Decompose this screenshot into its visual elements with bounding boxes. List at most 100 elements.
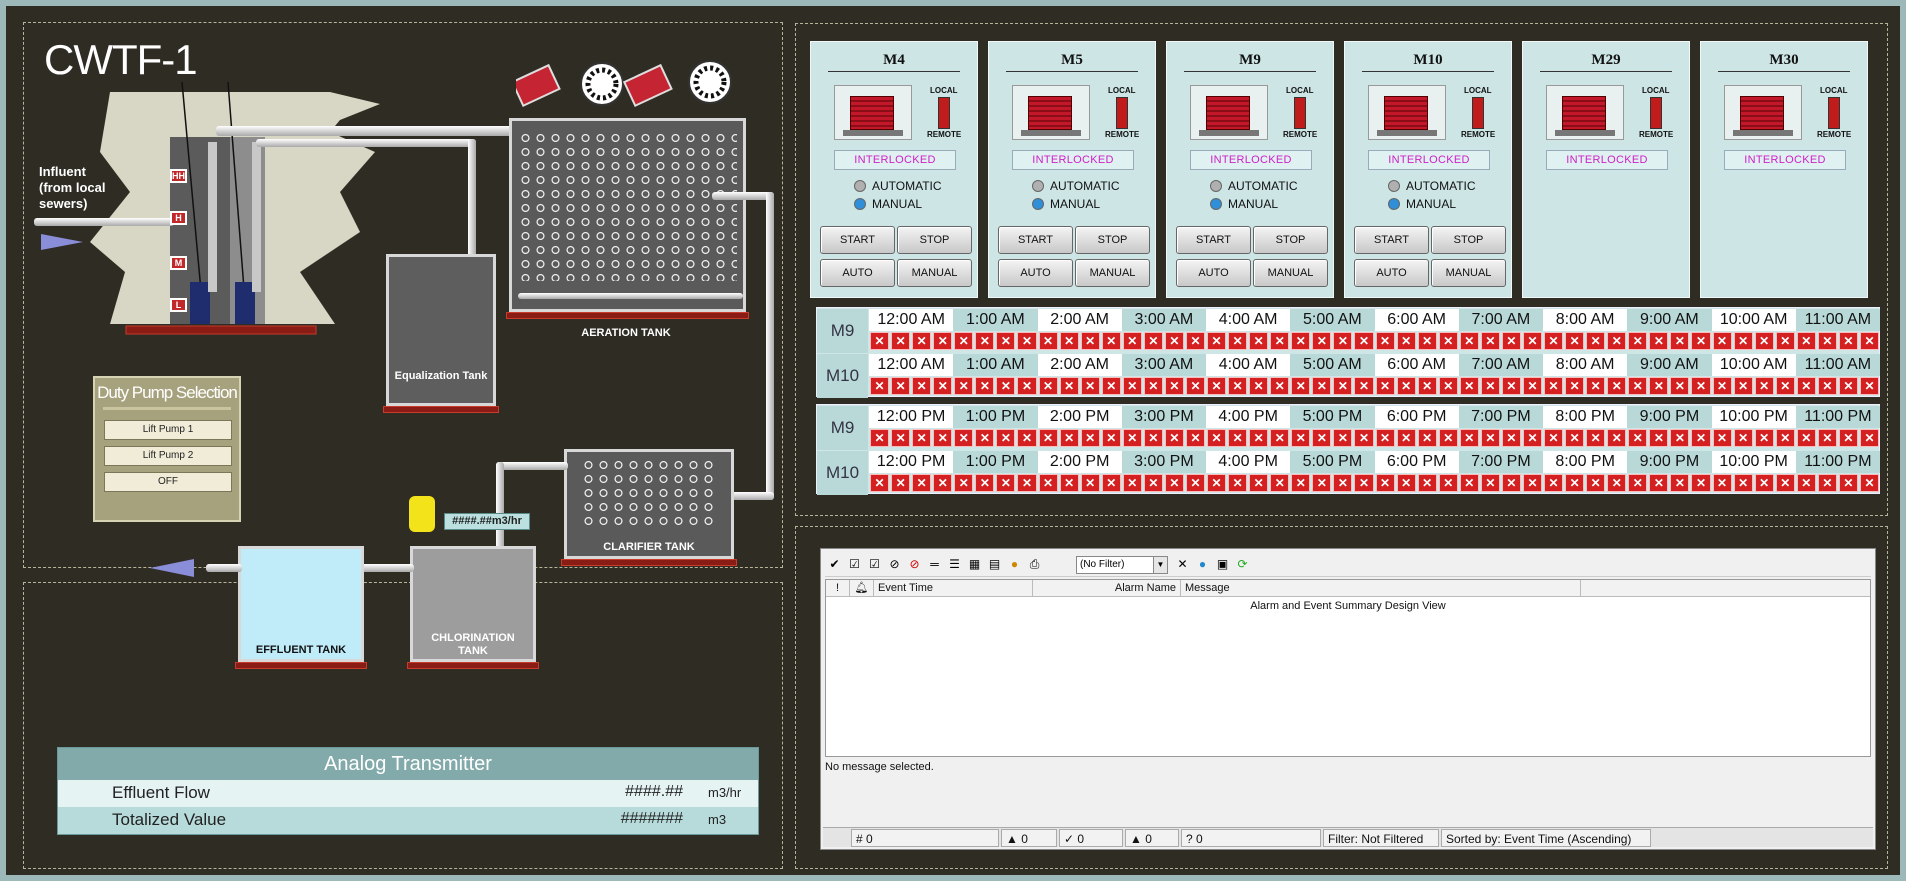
- schedule-slot-button[interactable]: ✕: [1164, 429, 1184, 447]
- schedule-slot-button[interactable]: ✕: [1228, 429, 1248, 447]
- schedule-slot-button[interactable]: ✕: [1164, 474, 1184, 492]
- schedule-slot-button[interactable]: ✕: [1038, 332, 1058, 350]
- auto-button[interactable]: AUTO: [998, 259, 1073, 287]
- stop-button[interactable]: STOP: [1431, 226, 1506, 254]
- schedule-slot-button[interactable]: ✕: [1733, 474, 1753, 492]
- schedule-slot-button[interactable]: ✕: [1312, 332, 1332, 350]
- schedule-slot-button[interactable]: ✕: [1775, 377, 1795, 395]
- schedule-slot-button[interactable]: ✕: [1754, 332, 1774, 350]
- schedule-slot-button[interactable]: ✕: [1544, 429, 1564, 447]
- start-button[interactable]: START: [1176, 226, 1251, 254]
- schedule-slot-button[interactable]: ✕: [1649, 377, 1669, 395]
- schedule-slot-button[interactable]: ✕: [1754, 377, 1774, 395]
- mode-radio-manual[interactable]: MANUAL: [854, 197, 922, 211]
- schedule-slot-button[interactable]: ✕: [1249, 429, 1269, 447]
- schedule-slot-button[interactable]: ✕: [1375, 474, 1395, 492]
- schedule-slot-button[interactable]: ✕: [1291, 474, 1311, 492]
- mode-radio-manual[interactable]: MANUAL: [1210, 197, 1278, 211]
- schedule-slot-button[interactable]: ✕: [1712, 377, 1732, 395]
- details-icon[interactable]: ▦: [967, 557, 982, 572]
- schedule-slot-button[interactable]: ✕: [1291, 429, 1311, 447]
- schedule-slot-button[interactable]: ✕: [1438, 377, 1458, 395]
- schedule-slot-button[interactable]: ✕: [1059, 474, 1079, 492]
- auto-button[interactable]: AUTO: [1176, 259, 1251, 287]
- schedule-slot-button[interactable]: ✕: [1396, 332, 1416, 350]
- schedule-slot-button[interactable]: ✕: [1859, 377, 1879, 395]
- schedule-slot-button[interactable]: ✕: [1038, 474, 1058, 492]
- schedule-slot-button[interactable]: ✕: [933, 474, 953, 492]
- mode-radio-manual[interactable]: MANUAL: [1388, 197, 1456, 211]
- schedule-slot-button[interactable]: ✕: [1733, 332, 1753, 350]
- schedule-slot-button[interactable]: ✕: [1038, 377, 1058, 395]
- schedule-slot-button[interactable]: ✕: [933, 429, 953, 447]
- schedule-slot-button[interactable]: ✕: [1817, 332, 1837, 350]
- schedule-slot-button[interactable]: ✕: [975, 332, 995, 350]
- schedule-slot-button[interactable]: ✕: [1185, 429, 1205, 447]
- schedule-slot-button[interactable]: ✕: [933, 377, 953, 395]
- schedule-slot-button[interactable]: ✕: [1565, 474, 1585, 492]
- schedule-slot-button[interactable]: ✕: [1565, 332, 1585, 350]
- col-priority[interactable]: !: [826, 580, 850, 596]
- schedule-slot-button[interactable]: ✕: [1501, 377, 1521, 395]
- lift-pump-1-button[interactable]: Lift Pump 1: [104, 420, 232, 440]
- schedule-slot-button[interactable]: ✕: [1712, 474, 1732, 492]
- schedule-slot-button[interactable]: ✕: [912, 377, 932, 395]
- schedule-slot-button[interactable]: ✕: [1417, 377, 1437, 395]
- schedule-slot-button[interactable]: ✕: [1143, 332, 1163, 350]
- schedule-slot-button[interactable]: ✕: [870, 429, 890, 447]
- schedule-slot-button[interactable]: ✕: [1522, 332, 1542, 350]
- schedule-slot-button[interactable]: ✕: [1586, 332, 1606, 350]
- schedule-slot-button[interactable]: ✕: [996, 429, 1016, 447]
- schedule-slot-button[interactable]: ✕: [1059, 332, 1079, 350]
- schedule-slot-button[interactable]: ✕: [1417, 429, 1437, 447]
- schedule-slot-button[interactable]: ✕: [1522, 429, 1542, 447]
- schedule-slot-button[interactable]: ✕: [1143, 377, 1163, 395]
- filter-select[interactable]: (No Filter) ▼: [1076, 556, 1168, 574]
- schedule-slot-button[interactable]: ✕: [1670, 474, 1690, 492]
- schedule-slot-button[interactable]: ✕: [891, 332, 911, 350]
- schedule-slot-button[interactable]: ✕: [1080, 474, 1100, 492]
- schedule-slot-button[interactable]: ✕: [1565, 377, 1585, 395]
- schedule-slot-button[interactable]: ✕: [1270, 429, 1290, 447]
- schedule-slot-button[interactable]: ✕: [1649, 332, 1669, 350]
- clear-filter-icon[interactable]: ✕: [1175, 557, 1190, 572]
- schedule-slot-button[interactable]: ✕: [1691, 332, 1711, 350]
- schedule-slot-button[interactable]: ✕: [1691, 474, 1711, 492]
- schedule-slot-button[interactable]: ✕: [996, 377, 1016, 395]
- schedule-slot-button[interactable]: ✕: [1838, 377, 1858, 395]
- schedule-slot-button[interactable]: ✕: [1691, 429, 1711, 447]
- schedule-slot-button[interactable]: ✕: [1354, 377, 1374, 395]
- local-remote-switch[interactable]: [938, 97, 950, 129]
- schedule-slot-button[interactable]: ✕: [1817, 377, 1837, 395]
- schedule-slot-button[interactable]: ✕: [1059, 377, 1079, 395]
- col-alarm-name[interactable]: Alarm Name: [1033, 580, 1181, 596]
- mode-radio-manual[interactable]: MANUAL: [1032, 197, 1100, 211]
- suppress-icon[interactable]: ⊘: [907, 557, 922, 572]
- sort-icon[interactable]: ☰: [947, 557, 962, 572]
- schedule-slot-button[interactable]: ✕: [891, 474, 911, 492]
- schedule-slot-button[interactable]: ✕: [1375, 332, 1395, 350]
- schedule-slot-button[interactable]: ✕: [1480, 332, 1500, 350]
- schedule-slot-button[interactable]: ✕: [1101, 429, 1121, 447]
- schedule-slot-button[interactable]: ✕: [1017, 474, 1037, 492]
- schedule-slot-button[interactable]: ✕: [1796, 474, 1816, 492]
- schedule-slot-button[interactable]: ✕: [1207, 332, 1227, 350]
- col-message[interactable]: Message: [1181, 580, 1581, 596]
- schedule-slot-button[interactable]: ✕: [1628, 332, 1648, 350]
- schedule-slot-button[interactable]: ✕: [1017, 377, 1037, 395]
- local-remote-switch[interactable]: [1828, 97, 1840, 129]
- schedule-slot-button[interactable]: ✕: [1775, 332, 1795, 350]
- schedule-slot-button[interactable]: ✕: [1312, 377, 1332, 395]
- schedule-slot-button[interactable]: ✕: [954, 377, 974, 395]
- schedule-slot-button[interactable]: ✕: [1586, 474, 1606, 492]
- stop-button[interactable]: STOP: [1075, 226, 1150, 254]
- print-icon[interactable]: ⎙: [1027, 557, 1042, 572]
- schedule-slot-button[interactable]: ✕: [912, 332, 932, 350]
- schedule-slot-button[interactable]: ✕: [1775, 429, 1795, 447]
- schedule-slot-button[interactable]: ✕: [1438, 474, 1458, 492]
- schedule-slot-button[interactable]: ✕: [1796, 332, 1816, 350]
- schedule-slot-button[interactable]: ✕: [1207, 474, 1227, 492]
- mode-radio-automatic[interactable]: AUTOMATIC: [1032, 179, 1120, 193]
- schedule-slot-button[interactable]: ✕: [1565, 429, 1585, 447]
- schedule-slot-button[interactable]: ✕: [1396, 377, 1416, 395]
